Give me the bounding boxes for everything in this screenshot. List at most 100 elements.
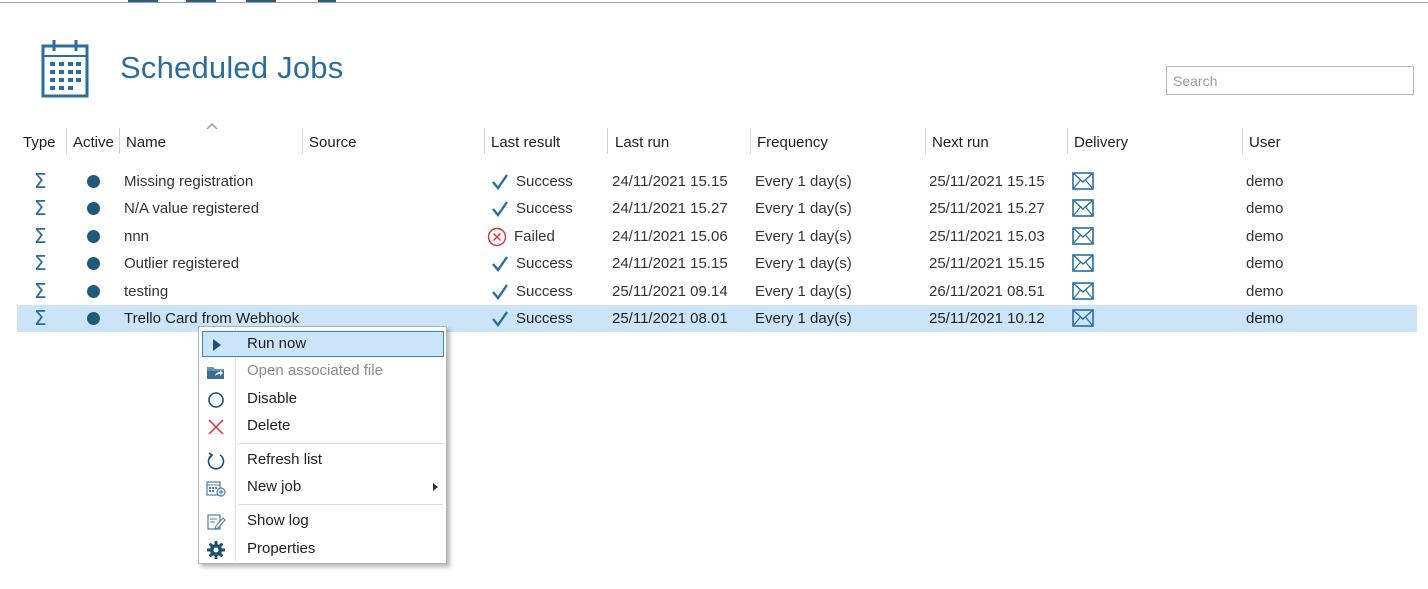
toolbar-edge-mark — [246, 0, 276, 2]
active-indicator-icon[interactable] — [87, 312, 100, 325]
menu-item-open-associated-file[interactable]: Open associated file — [202, 358, 444, 384]
menu-item-label: Properties — [247, 540, 316, 557]
menu-item-label: Disable — [247, 390, 298, 407]
column-header-source[interactable]: Source — [309, 126, 357, 156]
table-row[interactable]: Σ testing Success 25/11/2021 09.14 Every… — [17, 278, 1417, 305]
column-divider[interactable] — [66, 128, 67, 154]
active-indicator-icon[interactable] — [87, 257, 100, 270]
job-last-run: 24/11/2021 15.06 — [612, 228, 728, 245]
active-indicator-icon[interactable] — [87, 285, 100, 298]
sigma-icon: Σ — [34, 306, 47, 330]
job-last-run: 25/11/2021 09.14 — [612, 283, 728, 300]
sigma-icon: Σ — [34, 279, 47, 303]
mail-icon[interactable] — [1072, 254, 1094, 272]
menu-item-label: Open associated file — [247, 362, 383, 379]
column-divider[interactable] — [119, 128, 120, 154]
column-header-last-result[interactable]: Last result — [491, 126, 560, 156]
sigma-icon: Σ — [34, 251, 47, 275]
menu-item-properties[interactable]: Properties — [202, 536, 444, 562]
mail-icon[interactable] — [1072, 282, 1094, 300]
menu-separator — [239, 443, 443, 444]
column-header-next-run[interactable]: Next run — [932, 126, 989, 156]
job-last-run: 24/11/2021 15.27 — [612, 200, 728, 217]
menu-item-refresh-list[interactable]: Refresh list — [202, 447, 444, 473]
column-divider[interactable] — [484, 128, 485, 154]
menu-item-run-now[interactable]: Run now — [202, 331, 444, 357]
job-frequency: Every 1 day(s) — [755, 173, 852, 190]
job-user: demo — [1246, 228, 1284, 245]
job-last-result: Success — [490, 168, 573, 195]
job-result-label: Success — [516, 200, 573, 217]
job-next-run: 26/11/2021 08.51 — [929, 283, 1045, 300]
column-header-user[interactable]: User — [1249, 126, 1281, 156]
job-next-run: 25/11/2021 10.12 — [929, 310, 1045, 327]
menu-item-label: Refresh list — [247, 451, 323, 468]
table-row[interactable]: Σ Outlier registered Success 24/11/2021 … — [17, 250, 1417, 277]
menu-item-label: New job — [247, 478, 302, 495]
column-header-last-run[interactable]: Last run — [615, 126, 669, 156]
menu-item-disable[interactable]: Disable — [202, 386, 444, 412]
job-user: demo — [1246, 283, 1284, 300]
menu-item-show-log[interactable]: Show log — [202, 508, 444, 534]
calendar-icon — [41, 40, 89, 98]
job-name: N/A value registered — [124, 200, 260, 217]
circle-icon — [208, 392, 224, 408]
table-row[interactable]: Σ N/A value registered Success 24/11/202… — [17, 195, 1417, 222]
table-row[interactable]: Σ Missing registration Success 24/11/202… — [17, 168, 1417, 195]
column-divider[interactable] — [607, 128, 608, 154]
job-last-run: 24/11/2021 15.15 — [612, 255, 728, 272]
job-name: Outlier registered — [124, 255, 240, 272]
job-result-label: Failed — [514, 228, 555, 245]
job-last-result: Success — [490, 195, 573, 222]
column-header-row: Type Active Name Source Last result Last… — [0, 126, 1428, 160]
job-last-result: Success — [490, 250, 573, 277]
toolbar-edge-mark — [186, 0, 216, 2]
job-next-run: 25/11/2021 15.27 — [929, 200, 1045, 217]
mail-icon[interactable] — [1072, 199, 1094, 217]
column-divider[interactable] — [750, 128, 751, 154]
menu-item-delete[interactable]: Delete — [202, 413, 444, 439]
sigma-icon: Σ — [34, 224, 47, 248]
job-next-run: 25/11/2021 15.03 — [929, 228, 1045, 245]
column-divider[interactable] — [1067, 128, 1068, 154]
check-icon — [492, 311, 508, 328]
column-divider[interactable] — [1242, 128, 1243, 154]
active-indicator-icon[interactable] — [87, 175, 100, 188]
job-user: demo — [1246, 173, 1284, 190]
active-indicator-icon[interactable] — [87, 230, 100, 243]
job-last-result: Success — [490, 278, 573, 305]
job-user: demo — [1246, 255, 1284, 272]
job-frequency: Every 1 day(s) — [755, 200, 852, 217]
new-job-icon — [206, 481, 226, 497]
job-last-run: 25/11/2021 08.01 — [612, 310, 728, 327]
open-folder-icon — [207, 367, 224, 379]
job-result-label: Success — [516, 173, 573, 190]
column-header-active[interactable]: Active — [73, 126, 114, 156]
menu-item-new-job[interactable]: New job — [202, 474, 444, 500]
context-menu: Run now Open associated file Disable Del… — [198, 326, 447, 564]
menu-item-label: Show log — [247, 512, 309, 529]
mail-icon[interactable] — [1072, 172, 1094, 190]
refresh-icon — [207, 452, 225, 470]
column-header-type[interactable]: Type — [23, 126, 56, 156]
mail-icon[interactable] — [1072, 309, 1094, 327]
job-name: Missing registration — [124, 173, 254, 190]
check-icon — [492, 201, 508, 218]
job-next-run: 25/11/2021 15.15 — [929, 255, 1045, 272]
column-header-delivery[interactable]: Delivery — [1074, 126, 1128, 156]
sigma-icon: Σ — [34, 196, 47, 220]
failed-icon — [487, 227, 507, 247]
menu-item-label: Delete — [247, 417, 291, 434]
column-header-name[interactable]: Name — [126, 126, 166, 156]
job-name: nnn — [124, 228, 150, 245]
table-row[interactable]: Σ nnn Failed 24/11/2021 15.06 Every 1 da… — [17, 223, 1417, 250]
column-divider[interactable] — [925, 128, 926, 154]
job-last-result: Failed — [487, 223, 555, 250]
search-input[interactable] — [1166, 66, 1414, 95]
job-name: testing — [124, 283, 169, 300]
active-indicator-icon[interactable] — [87, 202, 100, 215]
column-header-frequency[interactable]: Frequency — [757, 126, 828, 156]
mail-icon[interactable] — [1072, 227, 1094, 245]
column-divider[interactable] — [302, 128, 303, 154]
job-user: demo — [1246, 200, 1284, 217]
